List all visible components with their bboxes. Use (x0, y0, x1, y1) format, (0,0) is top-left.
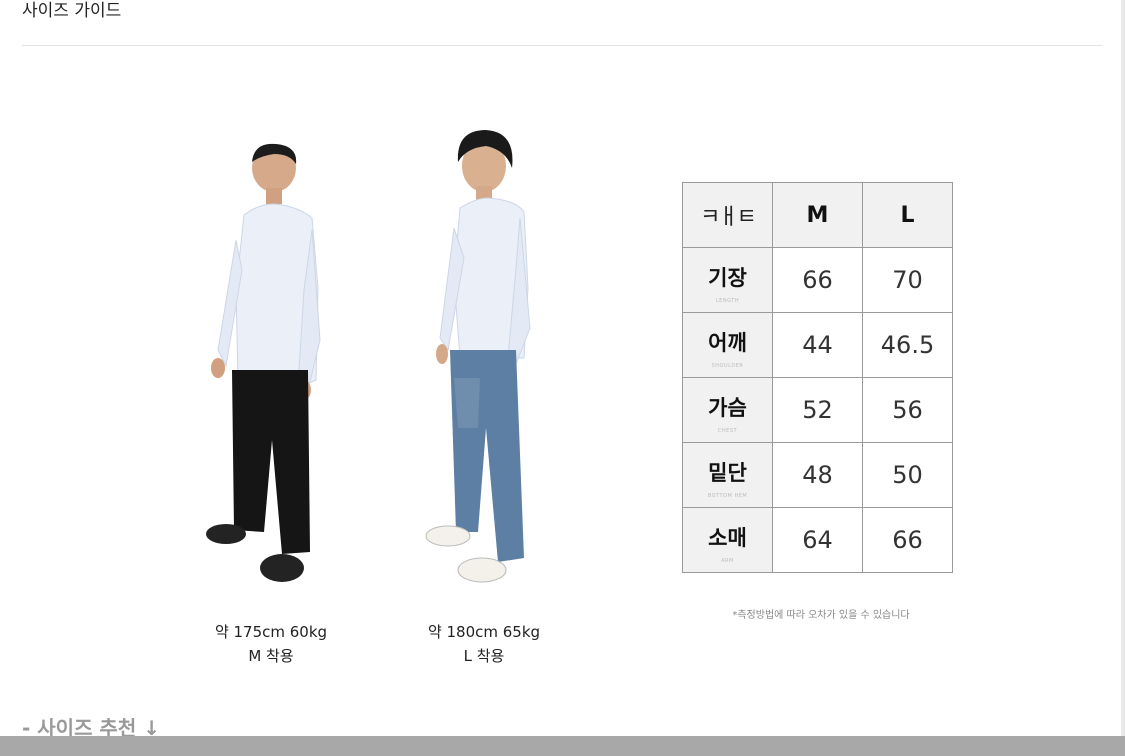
brand-logo-cell: ㅋㅐㅌ (682, 182, 773, 248)
cell-chest-m: 52 (772, 377, 863, 443)
model-m-photo (206, 143, 321, 582)
row-header-shoulder: 어깨 SHOULDER (682, 312, 773, 378)
model-m-wearing: M 착용 (248, 647, 294, 665)
row-header-length: 기장 LENGTH (682, 247, 773, 313)
cell-shoulder-l: 46.5 (862, 312, 953, 378)
bottom-bar (0, 736, 1125, 756)
cell-shoulder-m: 44 (772, 312, 863, 378)
cell-hem-m: 48 (772, 442, 863, 508)
table-row: 기장 LENGTH 66 70 (682, 247, 953, 313)
cell-hem-l: 50 (862, 442, 953, 508)
table-row: 소매 ARM 64 66 (682, 507, 953, 573)
table-row: 밑단 BOTTOM HEM 48 50 (682, 442, 953, 508)
model-l-wearing: L 착용 (463, 647, 505, 665)
row-header-sleeve: 소매 ARM (682, 507, 773, 573)
cell-chest-l: 56 (862, 377, 953, 443)
row-header-chest: 가슴 CHEST (682, 377, 773, 443)
model-m-caption: 약 175cm 60kg M 착용 (171, 620, 371, 668)
cell-sleeve-m: 64 (772, 507, 863, 573)
measurement-note: *측정방법에 따라 오차가 있을 수 있습니다 (732, 610, 910, 621)
page-title: 사이즈 가이드 (22, 1, 122, 21)
col-header-l: L (862, 182, 953, 248)
table-row: 가슴 CHEST 52 56 (682, 377, 953, 443)
cell-length-l: 70 (862, 247, 953, 313)
model-l-photo (425, 130, 531, 583)
table-row: 어깨 SHOULDER 44 46.5 (682, 312, 953, 378)
table-header-row: ㅋㅐㅌ M L (682, 182, 953, 248)
cell-sleeve-l: 66 (862, 507, 953, 573)
model-l-caption: 약 180cm 65kg L 착용 (384, 620, 584, 668)
scroll-edge (1121, 0, 1125, 736)
brand-logo: ㅋㅐㅌ (700, 205, 757, 230)
cell-length-m: 66 (772, 247, 863, 313)
model-l-spec: 약 180cm 65kg (427, 623, 541, 641)
size-table: ㅋㅐㅌ M L 기장 LENGTH 66 70 어깨 SHOULDER 44 46.… (682, 182, 953, 573)
row-header-hem: 밑단 BOTTOM HEM (682, 442, 773, 508)
col-header-m: M (772, 182, 863, 248)
title-divider (22, 45, 1102, 46)
model-m-spec: 약 175cm 60kg (214, 623, 328, 641)
